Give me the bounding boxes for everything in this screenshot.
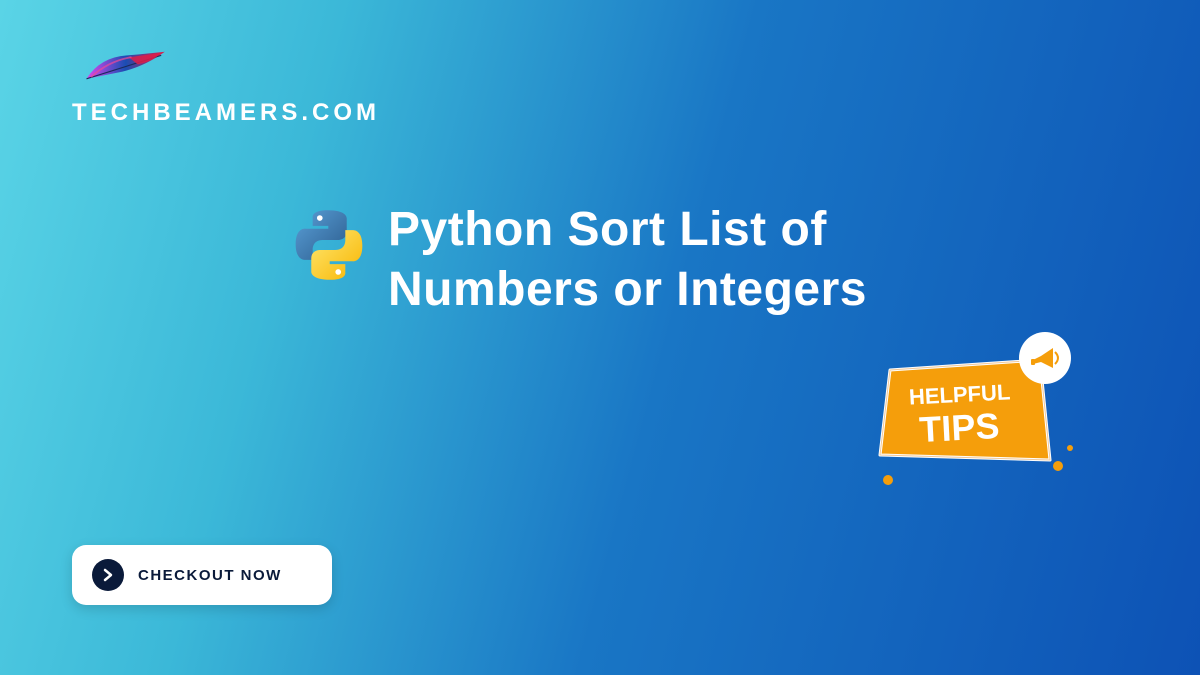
cta-label: CHECKOUT NOW <box>138 567 282 584</box>
brand-name: TECHBEAMERS.COM <box>72 99 380 127</box>
python-icon <box>290 206 368 284</box>
hero-section: Python Sort List of Numbers or Integers <box>290 200 948 320</box>
checkout-button[interactable]: CHECKOUT NOW <box>72 545 332 605</box>
tips-line2: TIPS <box>918 405 1000 450</box>
feather-icon <box>82 48 172 88</box>
page-title: Python Sort List of Numbers or Integers <box>388 200 948 320</box>
brand-logo-area: TECHBEAMERS.COM <box>72 48 380 127</box>
chevron-right-circle-icon <box>92 559 124 591</box>
helpful-tips-badge: HELPFUL TIPS <box>860 330 1090 500</box>
